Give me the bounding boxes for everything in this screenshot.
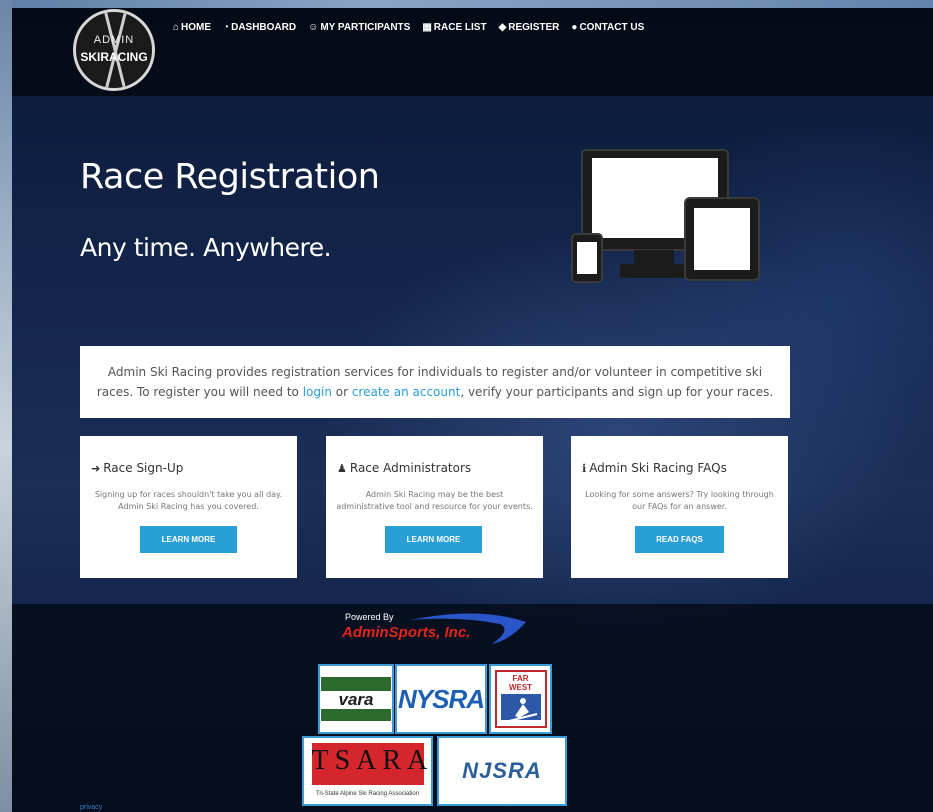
- vara-logo[interactable]: vara: [318, 664, 394, 734]
- dashboard-icon: ◔: [223, 22, 230, 33]
- chat-icon: ●: [571, 22, 578, 33]
- learn-more-button[interactable]: LEARN MORE: [385, 526, 482, 553]
- card-faqs: ℹ Admin Ski Racing FAQs Looking for some …: [571, 436, 788, 578]
- hero-subtitle: Any time. Anywhere.: [80, 233, 332, 262]
- card-title: ➜ Race Sign-Up: [80, 461, 297, 475]
- logo-text-top: ADMIN: [93, 34, 135, 46]
- card-text: Looking for some answers? Try looking th…: [585, 490, 774, 511]
- sign-in-icon: ➜: [91, 462, 101, 475]
- card-race-signup: ➜ Race Sign-Up Signing up for races shoul…: [80, 436, 297, 578]
- nav-label: HOME: [181, 22, 212, 33]
- card-title-label: Race Sign-Up: [103, 461, 184, 475]
- nysra-text: NYSRA: [397, 683, 485, 714]
- far-west-text: WEST: [508, 683, 533, 692]
- nav-race-list[interactable]: ▦ RACE LIST: [422, 22, 486, 33]
- tsara-text: TSARA: [311, 745, 433, 776]
- powered-brand-text: AdminSports, Inc.: [342, 624, 471, 641]
- main-nav: ⌂ HOME ◔ DASHBOARD ☺ MY PARTICIPANTS ▦ R…: [173, 22, 656, 33]
- njsra-text: NJSRA: [462, 758, 542, 783]
- nav-label: REGISTER: [508, 22, 560, 33]
- far-west-badge: FAR WEST: [494, 670, 547, 728]
- devices-icon: [571, 149, 760, 283]
- njsra-logo[interactable]: NJSRA: [437, 736, 567, 806]
- calendar-icon: ▦: [422, 22, 432, 33]
- card-title-label: Admin Ski Racing FAQs: [589, 461, 727, 475]
- login-link[interactable]: login: [303, 385, 332, 399]
- nav-register[interactable]: ◆ REGISTER: [499, 22, 560, 33]
- vara-badge: vara: [321, 677, 391, 721]
- tsara-logo[interactable]: TSARA Tri-State Alpine Ski Racing Associ…: [302, 736, 433, 806]
- nav-label: DASHBOARD: [231, 22, 297, 33]
- nav-contact-us[interactable]: ● CONTACT US: [571, 22, 644, 33]
- privacy-link[interactable]: privacy: [80, 804, 102, 811]
- card-text: Admin Ski Racing may be the best adminis…: [336, 490, 533, 511]
- hero-title: Race Registration: [80, 157, 380, 197]
- create-account-link[interactable]: create an account: [352, 385, 461, 399]
- read-faqs-button[interactable]: READ FAQS: [635, 526, 724, 553]
- users-icon: ☺: [308, 22, 319, 33]
- nav-my-participants[interactable]: ☺ MY PARTICIPANTS: [308, 22, 410, 33]
- window-left-edge: [0, 0, 12, 812]
- powered-by-text: Powered By: [345, 612, 394, 622]
- nav-label: CONTACT US: [579, 22, 645, 33]
- nav-dashboard[interactable]: ◔ DASHBOARD: [223, 22, 296, 33]
- info-icon: ℹ: [582, 462, 587, 475]
- nysra-logo[interactable]: NYSRA: [395, 664, 487, 734]
- nav-home[interactable]: ⌂ HOME: [173, 22, 211, 33]
- tsara-badge: TSARA Tri-State Alpine Ski Racing Associ…: [307, 739, 433, 803]
- learn-more-button[interactable]: LEARN MORE: [140, 526, 237, 553]
- user-icon: ♟: [337, 462, 347, 475]
- nav-label: RACE LIST: [433, 22, 487, 33]
- window-top-edge: [0, 0, 933, 8]
- far-west-text: FAR: [512, 674, 529, 683]
- intro-text: , verify your participants and sign up f…: [460, 385, 774, 399]
- vara-text: vara: [338, 690, 374, 709]
- tsara-caption: Tri-State Alpine Ski Racing Association: [315, 791, 420, 797]
- card-text: Signing up for races shouldn't take you …: [94, 490, 283, 511]
- site-logo[interactable]: ADMIN SKIRACING: [73, 9, 155, 91]
- powered-by-logo[interactable]: Powered By AdminSports, Inc.: [340, 610, 530, 646]
- card-race-administrators: ♟ Race Administrators Admin Ski Racing ma…: [326, 436, 543, 578]
- intro-text: or: [331, 385, 352, 399]
- card-title: ♟ Race Administrators: [326, 461, 543, 475]
- nav-label: MY PARTICIPANTS: [320, 22, 411, 33]
- skier-icon: [500, 694, 541, 723]
- home-icon: ⌂: [173, 22, 180, 33]
- far-west-logo[interactable]: FAR WEST: [489, 664, 552, 734]
- logo-text-bottom: SKIRACING: [80, 50, 148, 64]
- card-title-label: Race Administrators: [349, 461, 472, 475]
- intro-panel: Admin Ski Racing provides registration s…: [80, 346, 790, 418]
- tag-icon: ◆: [498, 22, 507, 33]
- card-title: ℹ Admin Ski Racing FAQs: [571, 461, 788, 475]
